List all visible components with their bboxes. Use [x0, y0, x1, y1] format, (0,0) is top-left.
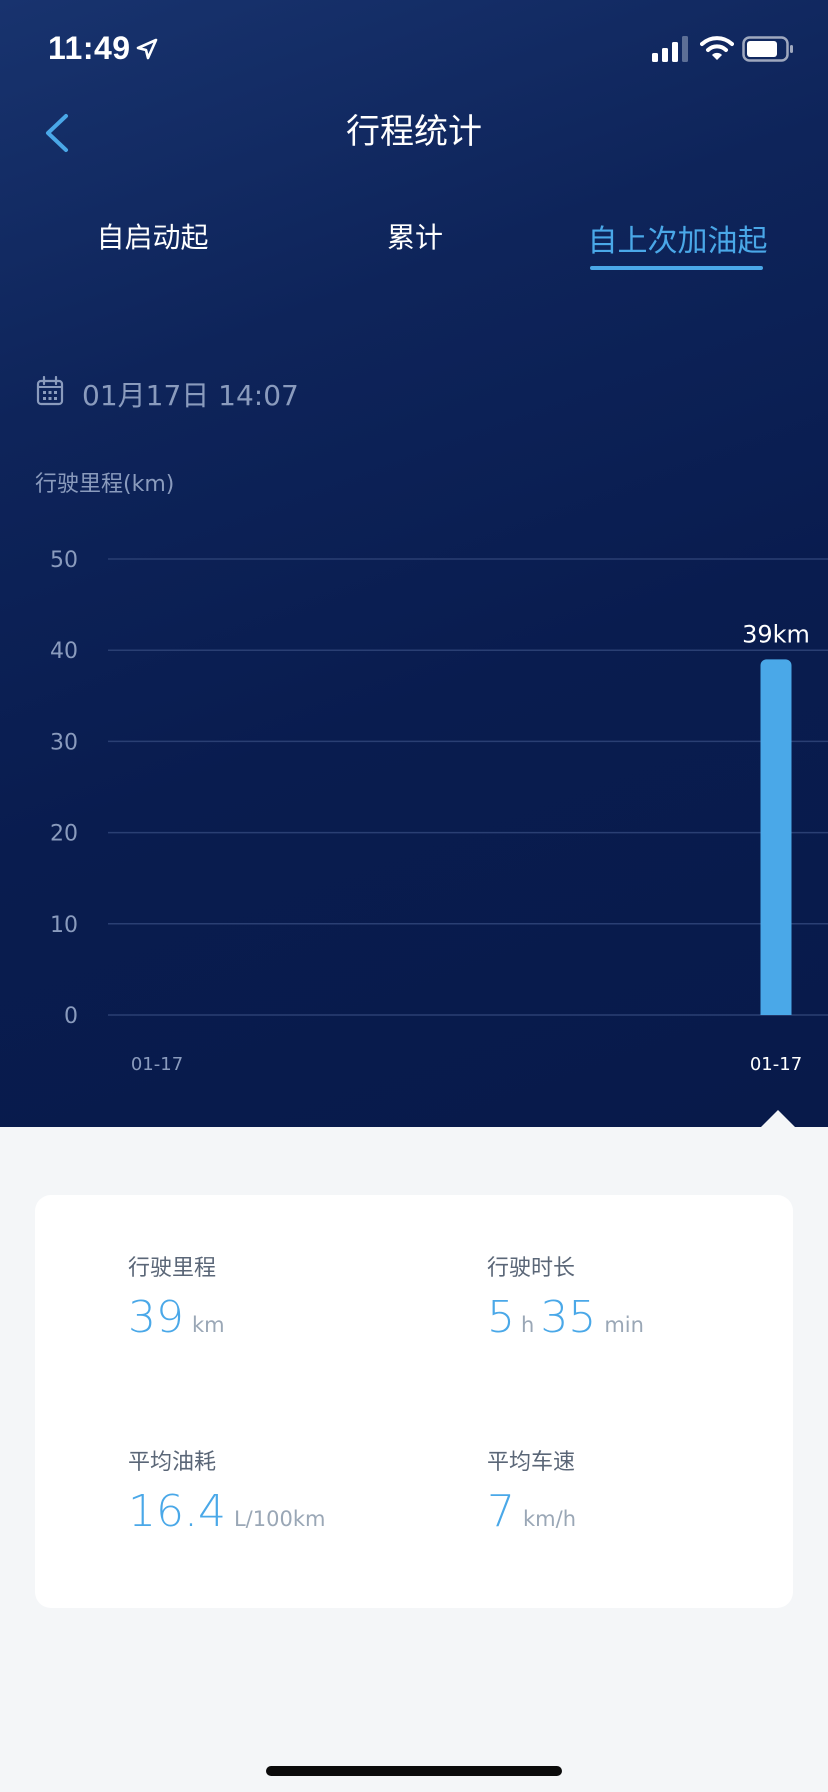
distance-number: 39 — [128, 1292, 184, 1343]
stat-distance-value: 39 km — [128, 1292, 233, 1343]
tab-bar: 自启动起 累计 自上次加油起 — [0, 216, 828, 276]
duration-minutes: 35 — [540, 1292, 597, 1343]
x-tick-label-first: 01-17 — [131, 1054, 183, 1075]
speed-number: 7 — [487, 1486, 515, 1537]
bar-0 — [760, 659, 792, 1015]
mileage-bar-chart: 0 10 20 30 40 50 01-17 39km 01-17 — [50, 548, 828, 1075]
battery-icon — [742, 36, 793, 62]
bar-base-0 — [760, 1007, 792, 1015]
active-tab-indicator — [590, 266, 763, 270]
tab-cumulative[interactable]: 累计 — [340, 216, 490, 256]
bar-value-label-0: 39km — [742, 620, 810, 648]
stat-distance: 行驶里程 39 km — [128, 1250, 233, 1343]
stat-duration-label: 行驶时长 — [487, 1256, 576, 1281]
x-tick-label-last: 01-17 — [750, 1054, 802, 1075]
y-tick-label-50: 50 — [50, 548, 78, 573]
tab-since-last-refuel[interactable]: 自上次加油起 — [570, 216, 785, 260]
y-tick-label-10: 10 — [50, 913, 78, 938]
distance-unit: km — [192, 1313, 225, 1337]
cellular-signal-icon — [652, 36, 688, 62]
y-tick-label-20: 20 — [50, 822, 78, 847]
duration-hours: 5 — [487, 1292, 515, 1343]
page-title: 行程统计 — [346, 112, 482, 152]
location-arrow-icon — [136, 38, 158, 60]
y-tick-label-30: 30 — [50, 730, 78, 755]
stat-average-speed: 平均车速 7 km/h — [487, 1444, 584, 1537]
fuel-number: 16.4 — [128, 1486, 226, 1537]
stat-duration: 行驶时长 5 h 35 min — [487, 1250, 652, 1343]
duration-minutes-unit: min — [604, 1313, 644, 1337]
status-time: 11:49 — [48, 30, 131, 66]
date-text: 01月17日 14:07 — [82, 379, 299, 412]
tab-since-start[interactable]: 自启动起 — [60, 216, 245, 256]
wifi-icon — [700, 36, 734, 60]
calendar-icon — [36, 376, 64, 406]
speed-unit: km/h — [523, 1507, 577, 1531]
y-tick-label-0: 0 — [64, 1004, 78, 1029]
stats-card: 行驶里程 39 km 行驶时长 5 h 35 min 平均油耗 16.4 L/100km … — [35, 1195, 793, 1608]
chart-y-axis-label: 行驶里程(km) — [35, 472, 175, 497]
fuel-unit: L/100km — [233, 1507, 326, 1531]
y-tick-label-40: 40 — [50, 639, 78, 664]
stat-distance-label: 行驶里程 — [128, 1256, 217, 1281]
hero-background: 11:49 行程统计 自启动起 累计 自上次加油起 01月17日 14:07 行… — [0, 0, 828, 1127]
selection-pointer — [761, 1110, 795, 1127]
duration-hours-unit: h — [521, 1313, 535, 1337]
stat-fuel-label: 平均油耗 — [128, 1450, 217, 1475]
stat-duration-value: 5 h 35 min — [487, 1292, 652, 1343]
status-bar: 11:49 — [0, 0, 828, 100]
stat-fuel-consumption: 平均油耗 16.4 L/100km — [128, 1444, 333, 1537]
stat-speed-label: 平均车速 — [487, 1450, 576, 1475]
stat-fuel-value: 16.4 L/100km — [128, 1486, 333, 1537]
stat-speed-value: 7 km/h — [487, 1486, 584, 1537]
home-indicator — [266, 1766, 562, 1776]
